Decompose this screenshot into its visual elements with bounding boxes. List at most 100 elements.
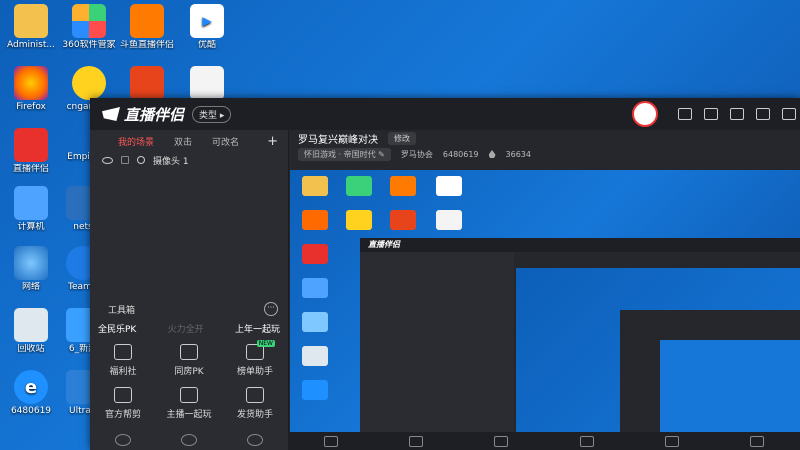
preview-computer-icon [302,278,328,298]
rank-assistant-tool[interactable]: NEW 榜单助手 [222,340,288,377]
download-icon[interactable] [115,434,131,446]
youku-logo-icon: ▶ [190,4,224,38]
text-icon[interactable] [494,435,509,447]
crown-icon: NEW [246,340,275,360]
tab-double-click[interactable]: 双击 [174,135,192,148]
house-icon [180,344,198,360]
live-companion-window: 直播伴侣 类型 ▸ 我的场景 双击 可改名 + 摄像头 1 工具箱 ··· 全民… [90,98,800,450]
logo-text: 直播伴侣 [124,105,185,124]
mic-icon[interactable] [664,435,679,447]
topbar-actions [632,98,800,130]
toolbox-header: 工具箱 ··· [90,300,288,318]
speaker-icon[interactable] [750,435,765,447]
preview-game-icon [390,210,416,230]
room-id: 6480619 [442,149,479,159]
firefox-logo-icon [14,66,48,100]
edit-room-button[interactable]: 修改 [388,131,416,145]
add-scene-button[interactable]: + [267,134,278,149]
mail-icon[interactable] [678,108,692,120]
preview-douyu-icon [390,176,416,196]
live-companion-icon[interactable]: 直播伴侣 [0,128,62,174]
more-icon[interactable]: ··· [264,302,278,316]
toolbox-top-row: 全民乐PK 火力全开 上年一起玩 [90,318,288,338]
nested-desktop [516,268,800,432]
360-logo-icon [72,4,106,38]
tool-play-together[interactable]: 上年一起玩 [235,322,280,335]
app-topbar: 直播伴侣 类型 ▸ [90,98,800,130]
blank-document-icon [190,66,224,100]
douyu-logo-icon [130,4,164,38]
preview-folder-icon [302,176,328,196]
preview-live-icon [302,244,328,264]
fire-icon [488,150,496,158]
globe-icon [14,246,48,280]
nested-desktop-2 [660,340,800,432]
same-room-pk-tool[interactable]: 同房PK [156,344,222,377]
document-icon[interactable] [176,66,238,102]
shipping-assistant-tool[interactable]: 发货助手 [222,387,288,420]
preview-pacman-icon [346,210,372,230]
douyu-live-companion-icon[interactable]: 斗鱼直播伴侣 [116,4,178,50]
screen-icon[interactable] [704,108,718,120]
360-software-manager-icon[interactable]: 360软件管家 [58,4,120,50]
app-logo: 直播伴侣 [102,104,184,125]
car-icon [114,344,132,360]
game-logo-icon [130,66,164,100]
type-button[interactable]: 类型 ▸ [192,105,232,123]
tab-my-scenes[interactable]: 我的场景 [118,135,154,148]
tool-pk[interactable]: 全民乐PK [98,322,136,335]
scene-panel: 我的场景 双击 可改名 + 摄像头 1 工具箱 ··· 全民乐PK 火力全开 上… [90,130,289,450]
room-meta-row: 怀旧游戏 · 帝国时代 ✎ 罗马协会 6480619 36634 [288,146,800,162]
box-icon [246,387,264,403]
monitor-icon [14,186,48,220]
settings-icon[interactable] [730,108,744,120]
main-area: 罗马复兴巅峰对决 修改 怀旧游戏 · 帝国时代 ✎ 罗马协会 6480619 3… [288,130,800,450]
nested-logo: 直播伴侣 [360,238,800,252]
tool-firepower[interactable]: 火力全开 [168,322,204,335]
source-label: 摄像头 1 [153,156,189,167]
game-shortcut-icon[interactable] [116,66,178,102]
administrator-folder-icon[interactable]: Administ... [0,4,62,50]
gamepad-icon[interactable] [181,434,197,446]
toolbox-title: 工具箱 [108,305,136,316]
toolbox: 工具箱 ··· 全民乐PK 火力全开 上年一起玩 福利社 同房PK NEW 榜单… [90,300,288,446]
host-play-together-tool[interactable]: 主播一起玩 [156,387,222,420]
preview-network-icon [302,312,328,332]
pacman-icon [72,66,106,100]
tab-renamable[interactable]: 可改名 [212,135,239,148]
record-icon[interactable] [408,435,423,447]
youku-icon[interactable]: ▶ 优酷 [176,4,238,50]
nested-app-window-2 [620,310,800,432]
preview-firefox-icon [302,210,328,230]
gift-icon[interactable] [756,108,770,120]
preview-ie-icon [302,380,328,400]
folder-icon [14,4,48,38]
nested-left-panel [360,252,514,432]
toolbox-more-row [90,434,288,446]
lock-icon[interactable] [782,108,796,120]
preview-recycle-icon [302,346,328,366]
window-icon[interactable] [579,435,594,447]
room-title-row: 罗马复兴巅峰对决 修改 [288,130,800,146]
stream-preview[interactable]: 直播伴侣 [290,170,800,432]
camera-icon [137,156,145,164]
association-label: 罗马协会 [400,149,433,159]
scene-source-row[interactable]: 摄像头 1 [90,152,288,168]
room-title: 罗马复兴巅峰对决 [298,134,378,146]
welfare-tool[interactable]: 福利社 [90,344,156,377]
avatar[interactable] [632,101,658,127]
preview-360-icon [346,176,372,196]
scene-tabs: 我的场景 双击 可改名 + [90,130,288,152]
lock-icon[interactable] [121,156,129,164]
live-logo-icon [14,128,48,162]
firefox-icon[interactable]: Firefox [0,66,62,112]
trash-icon [14,308,48,342]
official-clip-tool[interactable]: 官方帮剪 [90,387,156,420]
image-icon[interactable] [323,435,338,447]
toolbox-grid: 福利社 同房PK NEW 榜单助手 官方帮剪 主播一起玩 发货助手 [90,338,288,420]
tool-extra-icon[interactable] [247,434,263,446]
preview-youku-icon [436,176,462,196]
eye-icon[interactable] [102,156,113,164]
nested-app-window: 直播伴侣 [360,238,800,432]
category-tag[interactable]: 怀旧游戏 · 帝国时代 ✎ [298,147,391,161]
